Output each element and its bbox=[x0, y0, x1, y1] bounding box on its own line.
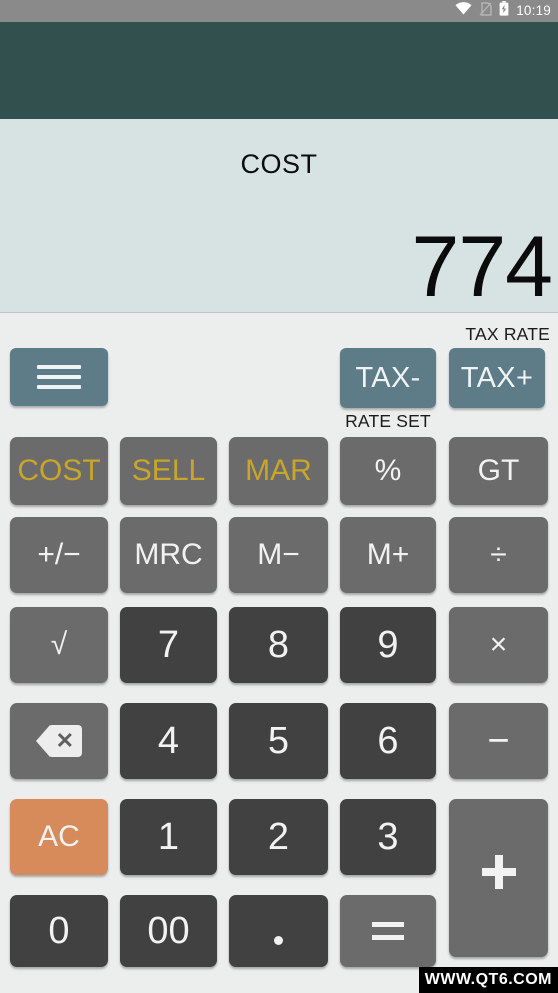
key-0[interactable]: 0 bbox=[10, 895, 108, 967]
key-square-root[interactable]: √ bbox=[10, 607, 108, 683]
status-bar-clock: 10:19 bbox=[516, 3, 551, 19]
calculator-display: COST 774 bbox=[0, 119, 558, 313]
key-all-clear[interactable]: AC bbox=[10, 799, 108, 875]
key-backspace[interactable]: ✕ bbox=[10, 703, 108, 779]
key-9[interactable]: 9 bbox=[340, 607, 436, 683]
equals-icon bbox=[372, 921, 404, 941]
rate-set-label: RATE SET bbox=[345, 411, 431, 431]
tax-minus-button[interactable]: TAX- bbox=[340, 348, 436, 408]
backspace-icon: ✕ bbox=[36, 725, 82, 757]
key-4[interactable]: 4 bbox=[120, 703, 217, 779]
key-decimal-point[interactable] bbox=[229, 895, 328, 967]
key-3[interactable]: 3 bbox=[340, 799, 436, 875]
key-cost[interactable]: COST bbox=[10, 437, 108, 505]
display-mode-label: COST bbox=[240, 149, 318, 179]
menu-icon-bar bbox=[37, 385, 81, 389]
menu-icon-bar bbox=[37, 365, 81, 369]
app-bar bbox=[0, 22, 558, 119]
key-6[interactable]: 6 bbox=[340, 703, 436, 779]
key-memory-plus[interactable]: M+ bbox=[340, 517, 436, 593]
menu-button[interactable] bbox=[10, 348, 108, 406]
key-subtract[interactable]: − bbox=[449, 703, 548, 779]
decimal-point-icon bbox=[274, 935, 283, 945]
key-2[interactable]: 2 bbox=[229, 799, 328, 875]
tax-plus-button[interactable]: TAX+ bbox=[449, 348, 545, 408]
key-add[interactable] bbox=[449, 799, 548, 957]
display-value: 774 bbox=[411, 219, 553, 315]
key-8[interactable]: 8 bbox=[229, 607, 328, 683]
key-multiply[interactable]: × bbox=[449, 607, 548, 683]
key-5[interactable]: 5 bbox=[229, 703, 328, 779]
tax-rate-label: TAX RATE bbox=[465, 324, 550, 344]
watermark: WWW.QT6.COM bbox=[418, 967, 558, 993]
keypad: COST SELL MAR % GT +/− MRC M− M+ ÷ √ 7 8… bbox=[0, 435, 558, 993]
sim-card-off-icon bbox=[479, 1, 492, 21]
key-divide[interactable]: ÷ bbox=[449, 517, 548, 593]
menu-icon-bar bbox=[37, 375, 81, 379]
key-plus-minus[interactable]: +/− bbox=[10, 517, 108, 593]
key-mar[interactable]: MAR bbox=[229, 437, 328, 505]
battery-charging-icon bbox=[499, 1, 509, 21]
key-7[interactable]: 7 bbox=[120, 607, 217, 683]
status-bar: 10:19 bbox=[0, 0, 558, 22]
key-memory-minus[interactable]: M− bbox=[229, 517, 328, 593]
key-1[interactable]: 1 bbox=[120, 799, 217, 875]
key-gt[interactable]: GT bbox=[449, 437, 548, 505]
key-sell[interactable]: SELL bbox=[120, 437, 217, 505]
calculator-app: 10:19 COST 774 TAX RATE TAX- TAX+ RATE S… bbox=[0, 0, 558, 993]
wifi-icon bbox=[455, 2, 472, 20]
key-equals[interactable] bbox=[340, 895, 436, 967]
tax-toolbar: TAX RATE TAX- TAX+ RATE SET bbox=[0, 313, 558, 435]
key-percent[interactable]: % bbox=[340, 437, 436, 505]
plus-icon bbox=[481, 855, 516, 889]
key-mrc[interactable]: MRC bbox=[120, 517, 217, 593]
key-00[interactable]: 00 bbox=[120, 895, 217, 967]
